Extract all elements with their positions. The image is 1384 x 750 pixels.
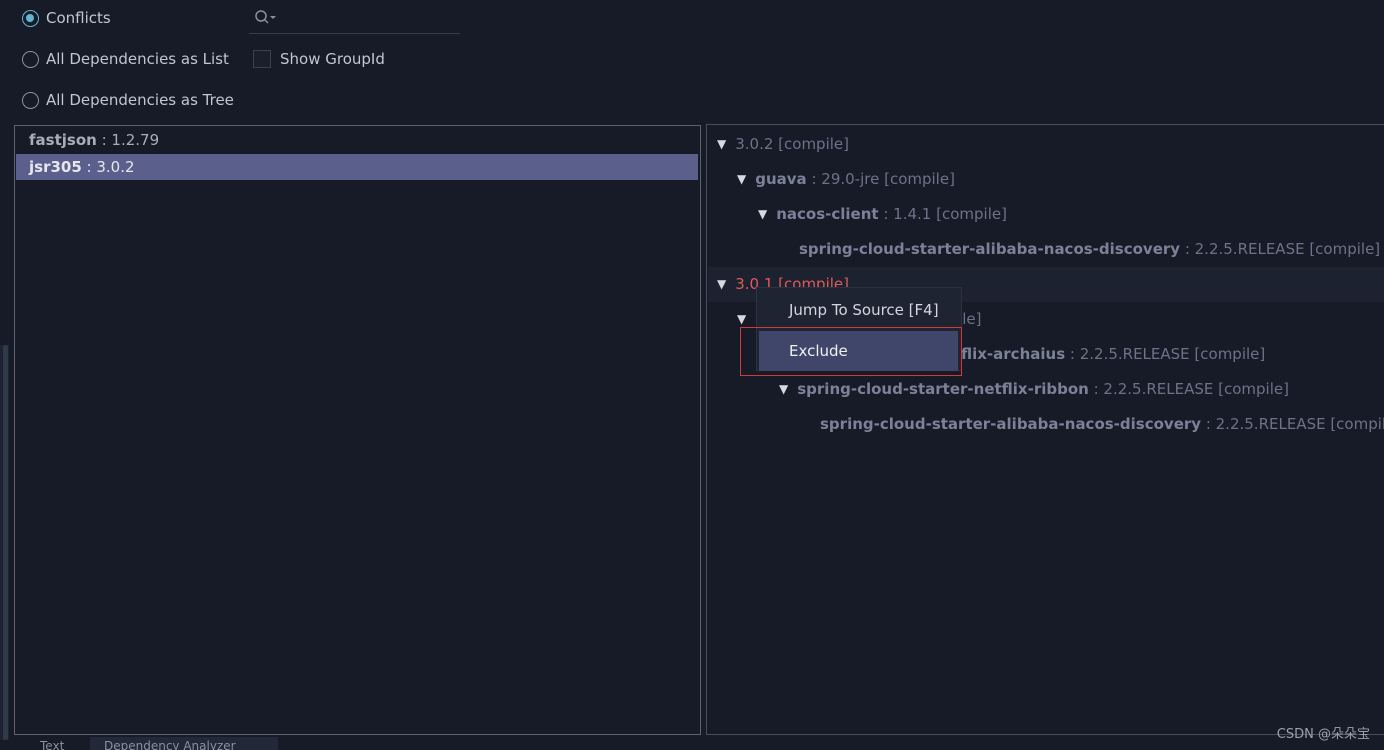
expand-arrow-icon[interactable]: ▼ — [717, 127, 726, 162]
tree-node-version: 3.0.2 [compile] — [735, 135, 849, 153]
tree-node-name: nacos-client — [776, 205, 879, 223]
scrollbar[interactable] — [3, 345, 8, 740]
radio-all-list[interactable]: All Dependencies as List — [22, 50, 229, 68]
show-group-id-label: Show GroupId — [280, 50, 385, 68]
expand-arrow-icon[interactable]: ▼ — [758, 197, 767, 232]
expand-arrow-icon[interactable]: ▼ — [737, 162, 746, 197]
list-item[interactable]: fastjson : 1.2.79 — [16, 127, 698, 153]
radio-conflicts-label: Conflicts — [46, 9, 111, 27]
tree-node[interactable]: ▼ spring-cloud-starter-netflix-ribbon : 2… — [708, 372, 1384, 407]
expand-arrow-icon[interactable]: ▼ — [717, 267, 726, 302]
tab-text[interactable]: Text — [40, 737, 88, 750]
radio-all-tree-label: All Dependencies as Tree — [46, 91, 234, 109]
tree-node-name: flix-archaius — [961, 345, 1066, 363]
artifact-version: : 3.0.2 — [81, 158, 135, 176]
watermark: CSDN @朵朵宝 — [1276, 727, 1370, 742]
tree-node-name: spring-cloud-starter-alibaba-nacos-disco… — [799, 240, 1181, 258]
radio-conflicts[interactable]: Conflicts — [22, 9, 111, 27]
highlight-frame — [740, 327, 962, 376]
tree-node-name: guava — [755, 170, 807, 188]
artifact-name: fastjson — [29, 131, 97, 149]
scroll-strip — [0, 345, 9, 740]
conflict-list-panel: fastjson : 1.2.79 jsr305 : 3.0.2 — [14, 125, 701, 735]
tree-node-version: : 2.2.5.RELEASE [compile] — [1180, 240, 1381, 258]
tab-dependency-analyzer[interactable]: Dependency Analyzer — [90, 737, 278, 750]
radio-all-list-label: All Dependencies as List — [46, 50, 229, 68]
tree-node[interactable]: spring-cloud-starter-alibaba-nacos-disco… — [708, 407, 1384, 442]
checkbox[interactable] — [253, 50, 271, 68]
radio-button[interactable] — [22, 50, 39, 68]
radio-button[interactable] — [22, 91, 39, 109]
tree-node-version: : 2.2.5.RELEASE [compile] — [1065, 345, 1266, 363]
artifact-name: jsr305 — [29, 158, 82, 176]
tree-node-version: : 2.2.5.RELEASE [compile] — [1088, 380, 1289, 398]
search-field[interactable] — [249, 4, 460, 34]
tree-node[interactable]: ▼ guava : 29.0-jre [compile] — [708, 162, 1384, 197]
show-group-id-checkbox[interactable]: Show GroupId — [253, 50, 385, 68]
list-item-selected[interactable]: jsr305 : 3.0.2 — [16, 154, 698, 180]
tree-node[interactable]: ▼ nacos-client : 1.4.1 [compile] — [708, 197, 1384, 232]
tree-node-version: : 1.4.1 [compile] — [878, 205, 1007, 223]
menu-item-jump-to-source[interactable]: Jump To Source [F4] — [757, 290, 961, 330]
bottom-tab-bar: Text Dependency Analyzer — [0, 737, 290, 750]
tree-node-name: spring-cloud-starter-alibaba-nacos-disco… — [820, 415, 1202, 433]
artifact-version: : 1.2.79 — [96, 131, 160, 149]
tree-node-version: : 2.2.5.RELEASE [compile] — [1201, 415, 1384, 433]
expand-arrow-icon[interactable]: ▼ — [779, 372, 788, 407]
tree-node[interactable]: spring-cloud-starter-alibaba-nacos-disco… — [708, 232, 1384, 267]
radio-button-checked[interactable] — [22, 9, 39, 27]
tree-node-name: spring-cloud-starter-netflix-ribbon — [797, 380, 1089, 398]
search-icon — [255, 10, 276, 24]
radio-all-tree[interactable]: All Dependencies as Tree — [22, 91, 234, 109]
tree-node-version: le] — [962, 310, 982, 328]
dependency-tree-panel: ▼ 3.0.2 [compile] ▼ guava : 29.0-jre [comp… — [706, 124, 1384, 735]
tree-node-version: : 29.0-jre [compile] — [806, 170, 955, 188]
tree-node[interactable]: ▼ 3.0.2 [compile] — [708, 127, 1384, 162]
